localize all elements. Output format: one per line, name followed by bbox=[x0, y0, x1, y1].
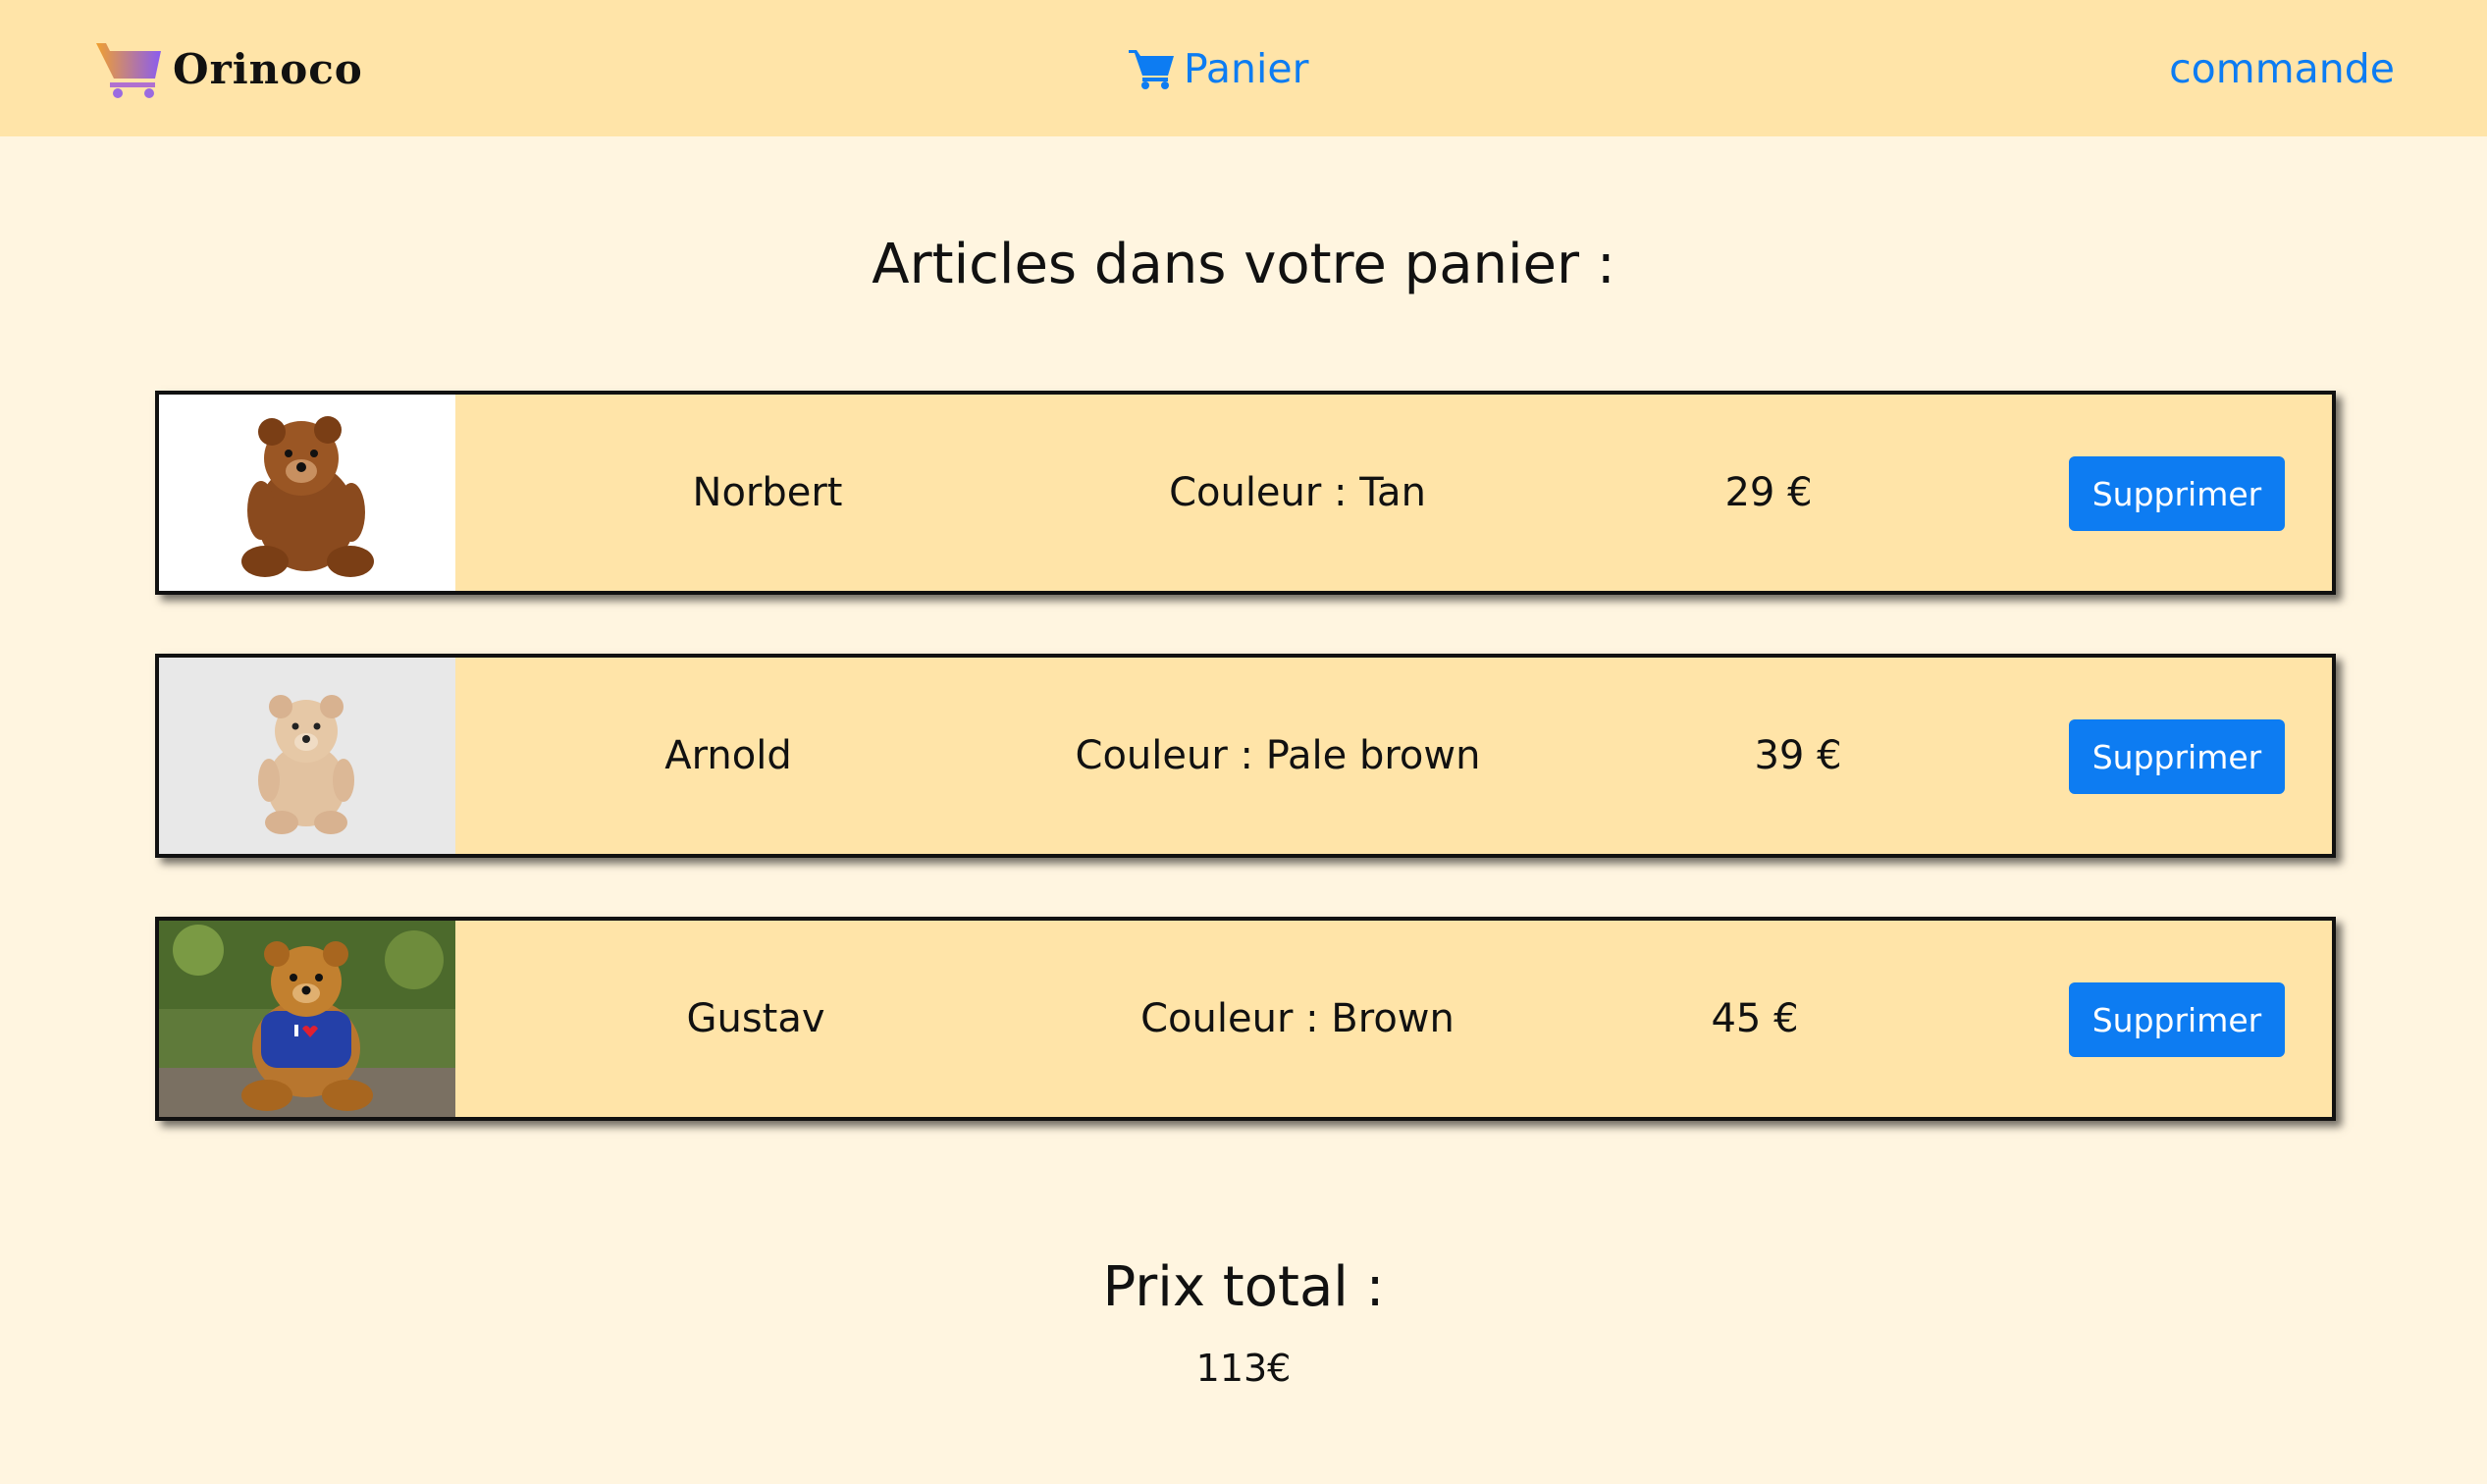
delete-button[interactable]: Supprimer bbox=[2069, 456, 2285, 531]
brand-logo-link[interactable]: Orinoco bbox=[94, 37, 363, 100]
total-price-label: Prix total : bbox=[1102, 1255, 1385, 1319]
item-name: Gustav bbox=[686, 996, 825, 1041]
total-price-value: 113€ bbox=[1195, 1347, 1292, 1390]
product-thumbnail bbox=[159, 395, 455, 591]
cart-item-row: Arnold Couleur : Pale brown 39 € Supprim… bbox=[155, 654, 2336, 858]
item-price: 45 € bbox=[1711, 996, 1799, 1041]
teddy-bear-image-icon bbox=[159, 658, 455, 854]
teddy-bear-image-icon bbox=[159, 395, 455, 591]
brand-name: Orinoco bbox=[173, 44, 363, 93]
navbar: Orinoco Panier commande bbox=[0, 0, 2487, 136]
cart-icon bbox=[1129, 50, 1174, 89]
item-color: Couleur : Brown bbox=[1140, 996, 1455, 1041]
shopping-cart-logo-icon bbox=[96, 43, 161, 98]
item-name: Norbert bbox=[692, 470, 843, 515]
item-price: 39 € bbox=[1754, 733, 1842, 778]
delete-button[interactable]: Supprimer bbox=[2069, 719, 2285, 794]
product-thumbnail bbox=[159, 658, 455, 854]
page-title: Articles dans votre panier : bbox=[872, 233, 1615, 296]
product-thumbnail bbox=[159, 921, 455, 1117]
teddy-bear-image-icon bbox=[159, 921, 455, 1117]
cart-item-row: Norbert Couleur : Tan 29 € Supprimer bbox=[155, 391, 2336, 595]
item-price: 29 € bbox=[1724, 470, 1813, 515]
nav-order-link[interactable]: commande bbox=[2169, 39, 2395, 98]
item-color: Couleur : Pale brown bbox=[1075, 733, 1481, 778]
item-color: Couleur : Tan bbox=[1169, 470, 1426, 515]
nav-cart-label: Panier bbox=[1184, 45, 1309, 92]
cart-item-row: Gustav Couleur : Brown 45 € Supprimer bbox=[155, 917, 2336, 1121]
nav-cart-link[interactable]: Panier bbox=[1129, 39, 1308, 98]
item-name: Arnold bbox=[664, 733, 792, 778]
delete-button[interactable]: Supprimer bbox=[2069, 982, 2285, 1057]
